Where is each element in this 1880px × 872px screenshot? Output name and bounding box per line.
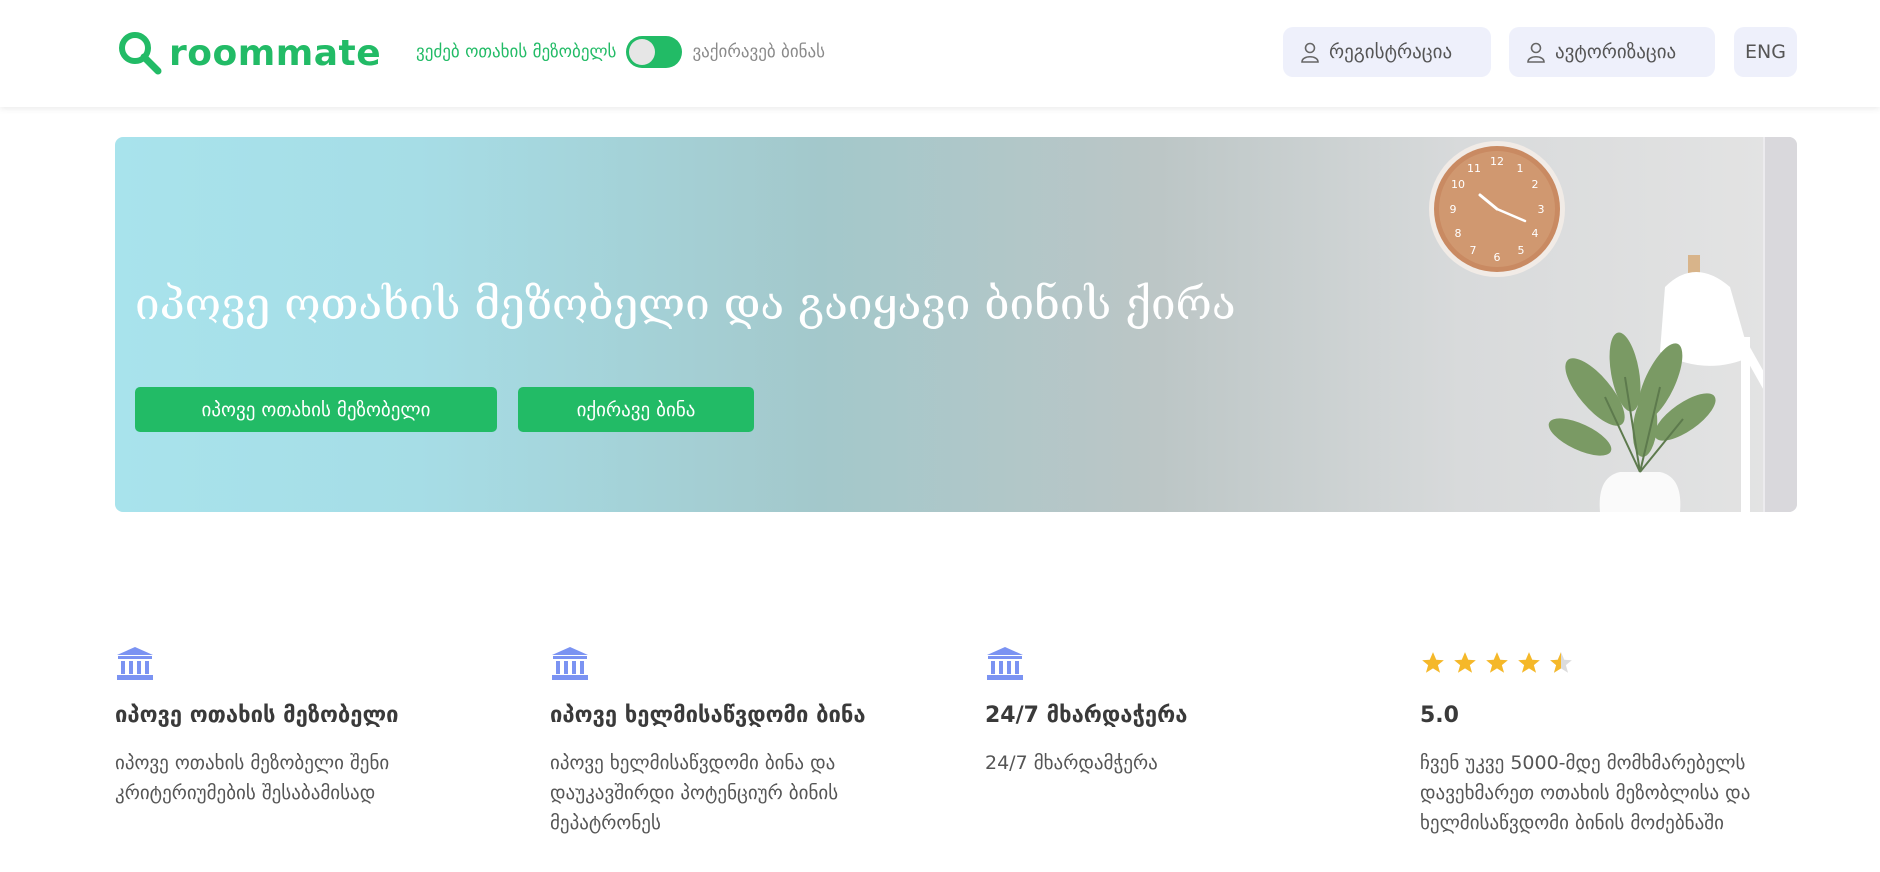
desk-lamp-icon	[1660, 255, 1775, 512]
star-half-icon	[1550, 652, 1572, 673]
mode-toggle[interactable]	[626, 36, 683, 68]
svg-text:4: 4	[1532, 227, 1539, 240]
svg-text:11: 11	[1467, 162, 1481, 175]
rating-value: 5.0	[1420, 703, 1459, 728]
feature-description: იპოვე ხელმისაწვდომი ბინა და დაუკავშირდი …	[550, 752, 839, 834]
feature-title: იპოვე ხელმისაწვდომი ბინა	[550, 703, 866, 728]
bank-icon	[552, 647, 588, 680]
bank-icon	[117, 647, 153, 680]
user-icon	[1301, 42, 1319, 63]
wall-edge	[1763, 137, 1797, 512]
logo[interactable]: roommate	[115, 28, 381, 78]
login-label: ავტორიზაცია	[1555, 41, 1677, 63]
feature-description: ჩვენ უკვე 5000-მდე მომხმარებელს დავეხმარ…	[1420, 752, 1751, 834]
star-icon	[1454, 652, 1476, 673]
svg-text:8: 8	[1455, 227, 1462, 240]
feature-find-apartment: იპოვე ხელმისაწვდომი ბინა იპოვე ხელმისაწვ…	[550, 645, 940, 838]
feature-title: 24/7 მხარდაჭერა	[985, 703, 1188, 728]
star-icon	[1486, 652, 1508, 673]
mode-switch: ვეძებ ოთახის მეზობელს ვაქირავებ ბინას	[416, 36, 825, 68]
svg-text:1: 1	[1517, 162, 1524, 175]
star-rating	[1420, 645, 1810, 681]
svg-text:9: 9	[1450, 203, 1457, 216]
svg-text:12: 12	[1490, 155, 1504, 168]
wall-clock-icon: 12 1 2 3 4 5 6 7 8 9 10 11	[1429, 141, 1565, 277]
svg-text:7: 7	[1470, 244, 1477, 257]
login-button[interactable]: ავტორიზაცია	[1509, 27, 1715, 77]
svg-text:2: 2	[1532, 178, 1539, 191]
find-roommate-button[interactable]: იპოვე ოთახის მეზობელი	[135, 387, 497, 432]
language-button[interactable]: ENG	[1734, 27, 1797, 77]
feature-rating: 5.0 ჩვენ უკვე 5000-მდე მომხმარებელს დავე…	[1420, 645, 1810, 838]
logo-text: roommate	[169, 32, 382, 74]
svg-text:6: 6	[1494, 251, 1501, 264]
star-icon	[1518, 652, 1540, 673]
svg-text:10: 10	[1451, 178, 1465, 191]
hero-banner: 12 1 2 3 4 5 6 7 8 9 10 11 იპოვე ოთახის …	[115, 137, 1797, 512]
toggle-knob	[629, 39, 656, 65]
svg-text:5: 5	[1518, 244, 1525, 257]
hero-illustration: 12 1 2 3 4 5 6 7 8 9 10 11	[1429, 141, 1775, 512]
star-icon	[1422, 652, 1444, 673]
user-icon	[1527, 42, 1545, 63]
hero-title: იპოვე ოთახის მეზობელი და გაიყავი ბინის ქ…	[135, 279, 1236, 330]
feature-title: იპოვე ოთახის მეზობელი	[115, 703, 399, 728]
mode-label-seeking-roommate[interactable]: ვეძებ ოთახის მეზობელს	[416, 42, 616, 62]
magnifier-logo-icon	[119, 32, 162, 75]
rent-apartment-button[interactable]: იქირავე ბინა	[518, 387, 754, 432]
mode-label-renting-apartment[interactable]: ვაქირავებ ბინას	[692, 42, 825, 62]
feature-support: 24/7 მხარდაჭერა 24/7 მხარდამჭერა	[985, 645, 1375, 778]
language-label: ENG	[1745, 41, 1786, 63]
svg-text:3: 3	[1538, 203, 1545, 216]
feature-description: 24/7 მხარდამჭერა	[985, 752, 1158, 774]
register-button[interactable]: რეგისტრაცია	[1283, 27, 1491, 77]
site-header: roommate ვეძებ ოთახის მეზობელს ვაქირავებ…	[0, 0, 1880, 107]
feature-find-roommate: იპოვე ოთახის მეზობელი იპოვე ოთახის მეზობ…	[115, 645, 505, 808]
feature-description: იპოვე ოთახის მეზობელი შენი კრიტერიუმების…	[115, 752, 390, 804]
bank-icon	[987, 647, 1023, 680]
register-label: რეგისტრაცია	[1329, 41, 1453, 63]
